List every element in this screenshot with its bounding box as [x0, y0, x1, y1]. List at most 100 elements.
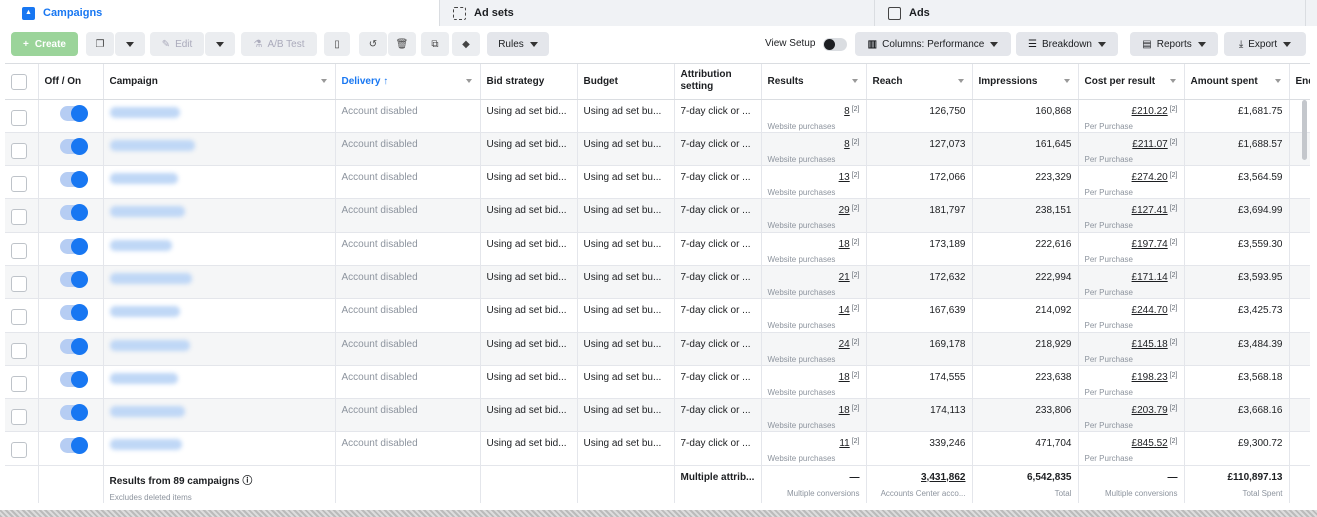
results-value[interactable]: 11 — [839, 438, 849, 449]
columns-button[interactable]: ▥ Columns: Performance — [855, 32, 1011, 56]
campaign-toggle[interactable] — [59, 137, 88, 155]
table-row[interactable]: Account disabled Using ad set bid... Using… — [5, 132, 1310, 167]
campaign-name-redacted[interactable] — [109, 206, 185, 218]
results-value[interactable]: 8 — [844, 139, 850, 150]
duplicate-button[interactable]: ❐ — [86, 32, 114, 56]
edit-dropdown[interactable] — [205, 32, 235, 56]
col-amount-spent[interactable]: Amount spent — [1184, 64, 1290, 100]
results-value[interactable]: 18 — [839, 372, 850, 383]
campaign-toggle[interactable] — [59, 337, 88, 355]
table-row[interactable]: Account disabled Using ad set bid... Using… — [5, 398, 1310, 433]
col-results[interactable]: Results — [761, 64, 867, 100]
row-checkbox[interactable] — [11, 109, 27, 126]
row-checkbox[interactable] — [11, 309, 27, 326]
campaign-toggle[interactable] — [59, 404, 88, 422]
tab-campaigns[interactable]: ▲ Campaigns — [0, 0, 440, 26]
results-value[interactable]: 18 — [839, 405, 850, 416]
preview-button[interactable]: ⧉ — [421, 32, 449, 56]
col-off-on[interactable]: Off / On — [38, 64, 104, 100]
campaign-toggle[interactable] — [59, 204, 88, 222]
create-button[interactable]: + Create — [11, 32, 78, 56]
table-row[interactable]: Account disabled Using ad set bid... Using… — [5, 165, 1310, 200]
cpr-value[interactable]: £845.52 — [1132, 438, 1168, 449]
col-impressions[interactable]: Impressions — [972, 64, 1079, 100]
results-value[interactable]: 24 — [839, 339, 850, 350]
col-cost-per-result[interactable]: Cost per result — [1078, 64, 1185, 100]
edit-button[interactable]: ✎ Edit — [150, 32, 204, 56]
results-value[interactable]: 8 — [844, 106, 850, 117]
cpr-value[interactable]: £244.70 — [1132, 305, 1168, 316]
row-checkbox[interactable] — [11, 142, 27, 159]
table-row[interactable]: Account disabled Using ad set bid... Using… — [5, 99, 1310, 133]
results-value[interactable]: 14 — [839, 305, 850, 316]
row-checkbox[interactable] — [11, 442, 27, 459]
vertical-scrollbar[interactable] — [1302, 100, 1307, 160]
tab-ads[interactable]: Ads — [876, 0, 1306, 26]
cpr-value[interactable]: £211.07 — [1132, 139, 1167, 150]
view-setup-toggle[interactable] — [823, 38, 847, 51]
rules-button[interactable]: Rules — [487, 32, 549, 56]
cpr-value[interactable]: £274.20 — [1132, 172, 1168, 183]
row-checkbox[interactable] — [11, 275, 27, 292]
tab-adsets[interactable]: Ad sets — [441, 0, 875, 26]
table-row[interactable]: Account disabled Using ad set bid... Using… — [5, 298, 1310, 333]
table-row[interactable]: Account disabled Using ad set bid... Using… — [5, 431, 1310, 466]
campaign-toggle[interactable] — [59, 171, 88, 189]
campaign-toggle[interactable] — [59, 270, 88, 288]
row-checkbox[interactable] — [11, 209, 27, 226]
campaign-name-redacted[interactable] — [109, 272, 192, 284]
clipboard-button[interactable]: ▯ — [324, 32, 350, 56]
ab-test-button[interactable]: ⚗ A/B Test — [241, 32, 317, 56]
row-checkbox[interactable] — [11, 375, 27, 392]
table-row[interactable]: Account disabled Using ad set bid... Using… — [5, 332, 1310, 366]
col-delivery[interactable]: Delivery ↑ — [335, 64, 481, 100]
table-row[interactable]: Account disabled Using ad set bid... Using… — [5, 365, 1310, 400]
campaign-name-redacted[interactable] — [109, 306, 180, 318]
cpr-value[interactable]: £127.41 — [1132, 205, 1168, 216]
col-bid-strategy[interactable]: Bid strategy — [480, 64, 578, 100]
campaign-name-redacted[interactable] — [109, 173, 178, 185]
col-end[interactable]: End — [1289, 64, 1310, 100]
cpr-value[interactable]: £198.23 — [1132, 372, 1168, 383]
undo-button[interactable]: ↺ — [359, 32, 387, 56]
col-campaign[interactable]: Campaign — [103, 64, 336, 100]
campaign-name-redacted[interactable] — [109, 239, 172, 251]
campaign-name-redacted[interactable] — [109, 106, 180, 118]
results-value[interactable]: 29 — [839, 205, 850, 216]
row-checkbox[interactable] — [11, 342, 27, 359]
results-value[interactable]: 13 — [839, 172, 850, 183]
cpr-value[interactable]: £197.74 — [1132, 239, 1168, 250]
tag-button[interactable]: ◆ — [452, 32, 480, 56]
select-all-checkbox[interactable] — [11, 73, 27, 90]
campaign-name-redacted[interactable] — [109, 439, 182, 451]
delete-button[interactable]: 🗑 — [388, 32, 416, 56]
campaign-name-redacted[interactable] — [109, 339, 190, 351]
campaign-toggle[interactable] — [59, 370, 88, 388]
breakdown-button[interactable]: ☰ Breakdown — [1016, 32, 1118, 56]
cpr-value[interactable]: £145.18 — [1132, 339, 1168, 350]
row-checkbox[interactable] — [11, 409, 27, 426]
campaign-name-redacted[interactable] — [109, 139, 195, 151]
cpr-value[interactable]: £171.14 — [1132, 272, 1168, 283]
duplicate-dropdown[interactable] — [115, 32, 145, 56]
campaign-name-redacted[interactable] — [109, 406, 185, 418]
table-row[interactable]: Account disabled Using ad set bid... Using… — [5, 265, 1310, 300]
campaign-name-redacted[interactable] — [109, 372, 178, 384]
reports-button[interactable]: ▤ Reports — [1130, 32, 1218, 56]
campaign-toggle[interactable] — [59, 304, 88, 322]
campaign-toggle[interactable] — [59, 437, 88, 455]
cpr-value[interactable]: £203.79 — [1132, 405, 1168, 416]
campaign-toggle[interactable] — [59, 237, 88, 255]
results-value[interactable]: 21 — [839, 272, 850, 283]
row-checkbox[interactable] — [11, 242, 27, 259]
info-icon[interactable]: ⓘ — [242, 476, 252, 487]
cpr-value[interactable]: £210.22 — [1132, 106, 1168, 117]
table-row[interactable]: Account disabled Using ad set bid... Using… — [5, 198, 1310, 233]
totals-reach-value[interactable]: 3,431,862 — [873, 472, 966, 483]
table-row[interactable]: Account disabled Using ad set bid... Using… — [5, 232, 1310, 266]
results-value[interactable]: 18 — [839, 239, 850, 250]
campaign-toggle[interactable] — [59, 104, 88, 122]
col-reach[interactable]: Reach — [866, 64, 973, 100]
export-button[interactable]: ⤓ Export — [1224, 32, 1306, 56]
col-attribution[interactable]: Attribution setting — [674, 64, 762, 100]
